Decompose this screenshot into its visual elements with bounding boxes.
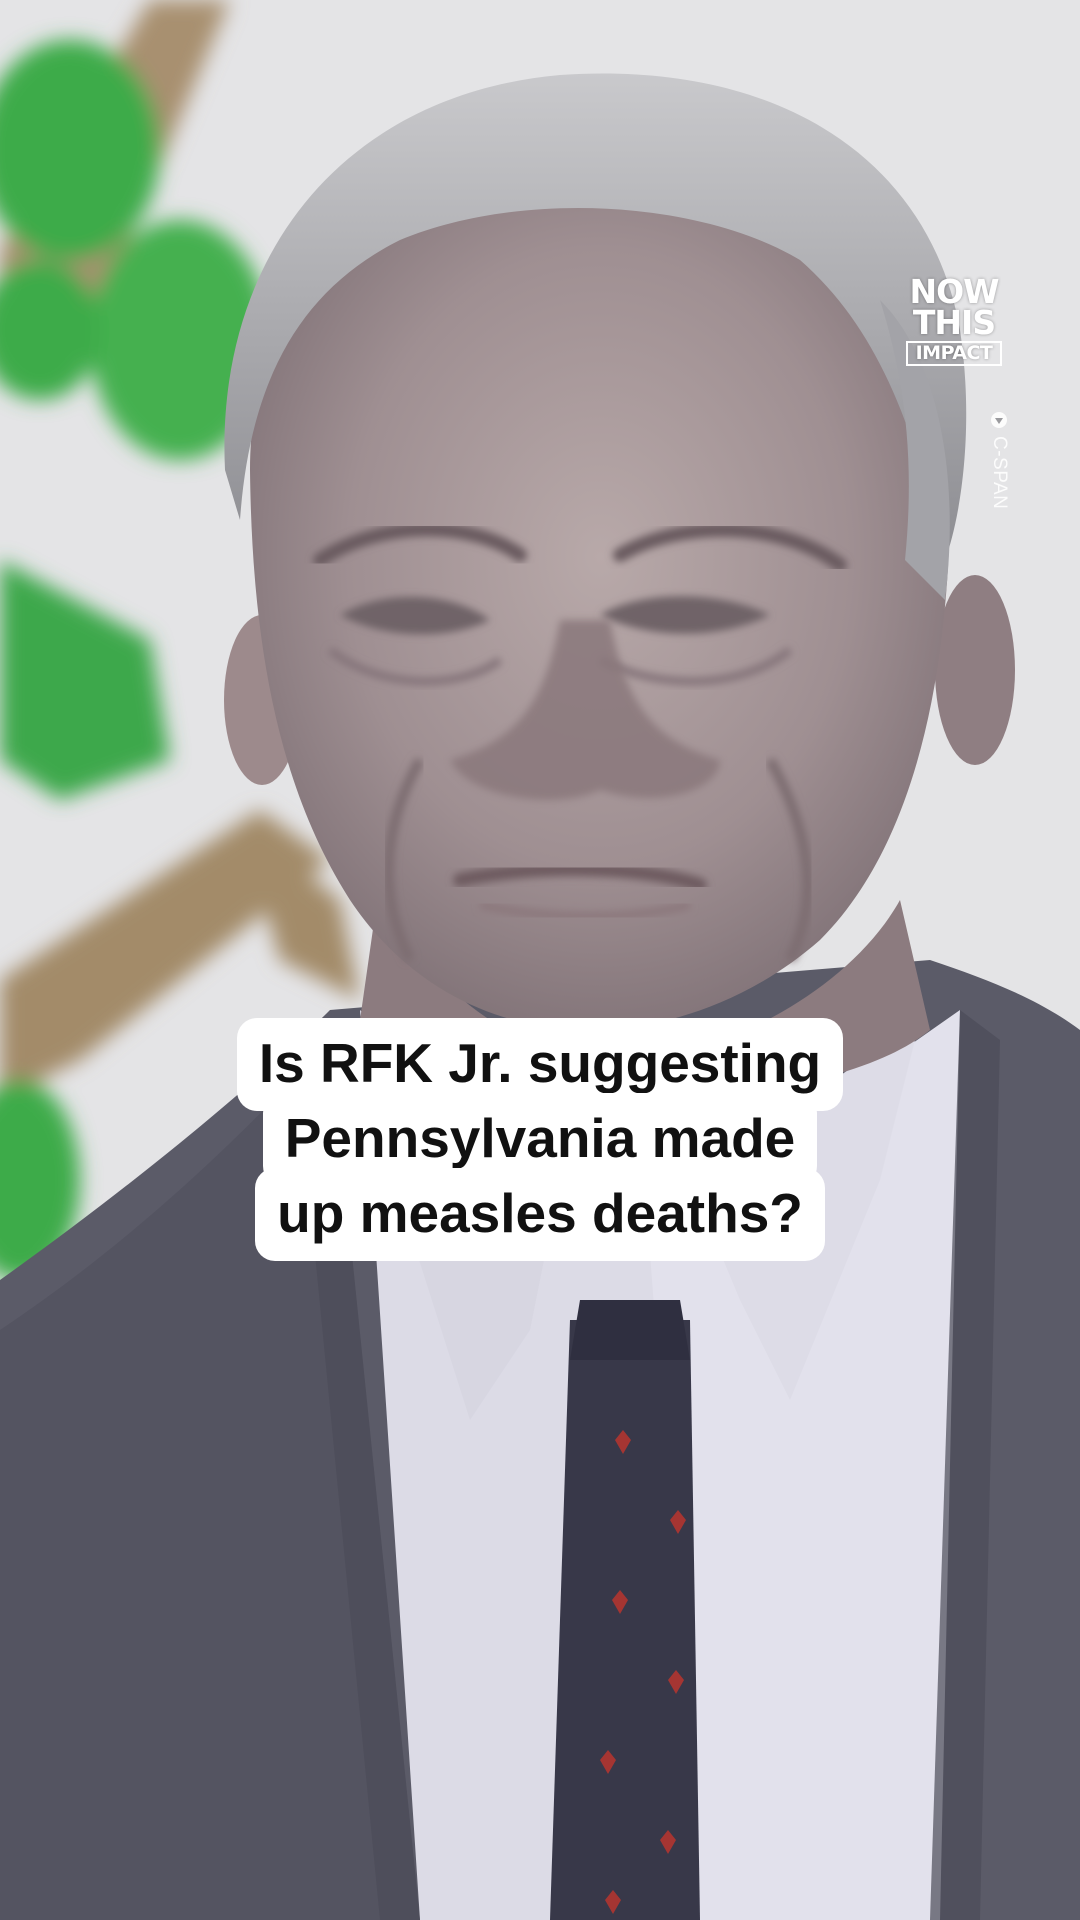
logo-line-this: THIS: [912, 303, 996, 342]
video-caption: Is RFK Jr. suggesting Pennsylvania made …: [200, 1018, 880, 1261]
cspan-icon: [991, 412, 1007, 428]
source-credit-label: C-SPAN: [989, 436, 1010, 510]
video-frame[interactable]: NOW THIS IMPACT C-SPAN Is RFK Jr. sugges…: [0, 0, 1080, 1920]
caption-line-3: up measles deaths?: [255, 1168, 825, 1261]
nowthis-impact-logo: NOW THIS IMPACT: [906, 275, 1002, 366]
logo-line-impact: IMPACT: [906, 341, 1002, 366]
source-credit: C-SPAN: [984, 412, 1014, 532]
